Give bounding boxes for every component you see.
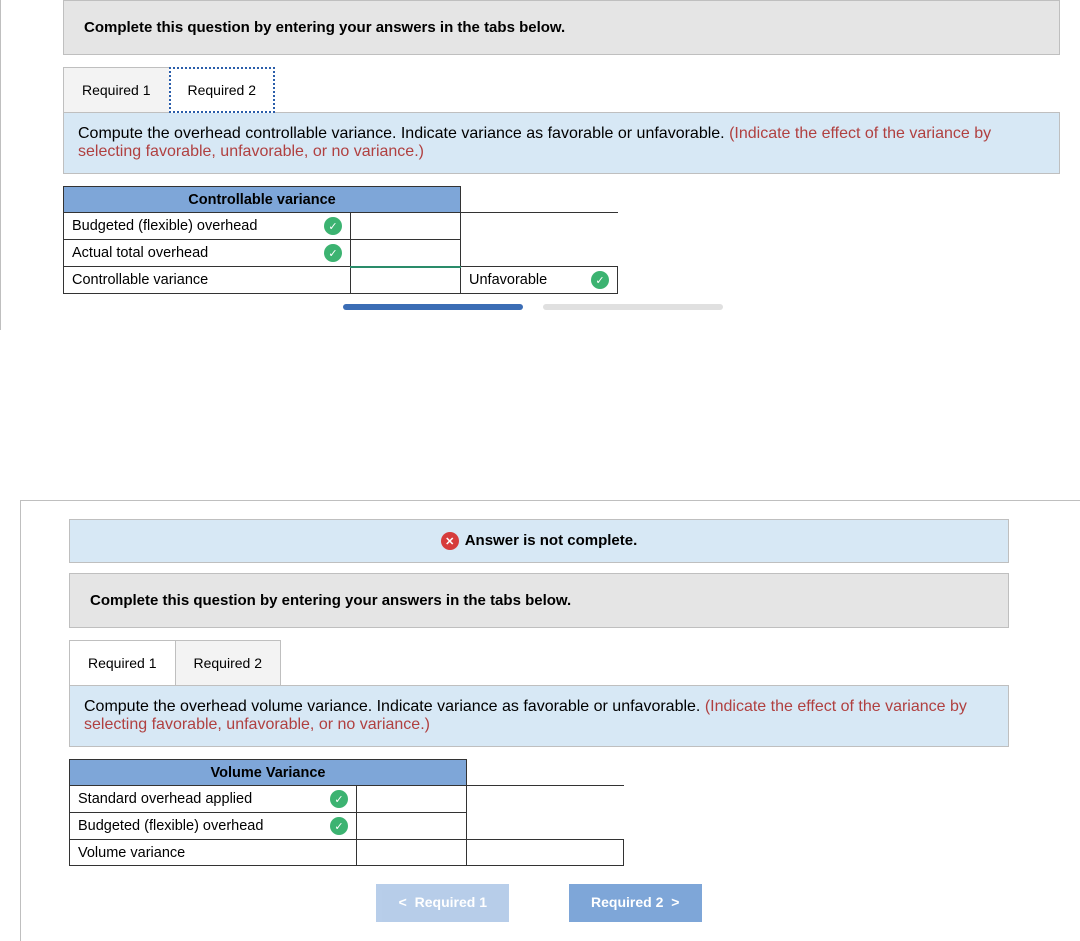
tabs-row: Required 1 Required 2 xyxy=(63,67,1060,113)
table-row: Budgeted (flexible) overhead ✓ xyxy=(64,213,618,240)
check-icon: ✓ xyxy=(330,790,348,808)
table-row: Budgeted (flexible) overhead ✓ xyxy=(70,813,624,840)
volume-variance-input[interactable] xyxy=(357,840,467,866)
tabs-row: Required 1 Required 2 xyxy=(69,640,1009,686)
actual-overhead-input[interactable] xyxy=(351,240,461,267)
status-text: Answer is not complete. xyxy=(465,532,638,549)
check-icon: ✓ xyxy=(324,244,342,262)
row-label: Controllable variance xyxy=(72,272,208,288)
row-label: Standard overhead applied xyxy=(78,791,252,807)
instruction-banner: Complete this question by entering your … xyxy=(63,0,1060,55)
chevron-left-icon: < xyxy=(398,896,406,912)
question-prompt: Compute the overhead controllable varian… xyxy=(63,112,1060,174)
progress-segment-incomplete xyxy=(543,304,723,310)
row-label: Budgeted (flexible) overhead xyxy=(78,818,263,834)
budgeted-overhead-input[interactable] xyxy=(357,813,467,840)
tab-required-2[interactable]: Required 2 xyxy=(175,640,282,686)
next-tab-button[interactable]: Required 2 > xyxy=(569,884,702,922)
chevron-right-icon: > xyxy=(671,896,679,912)
row-label: Actual total overhead xyxy=(72,245,208,261)
row-label: Budgeted (flexible) overhead xyxy=(72,218,257,234)
table-row: Volume variance xyxy=(70,840,624,866)
status-banner: ✕ Answer is not complete. xyxy=(69,519,1009,563)
table-row: Controllable variance Unfavorable✓ xyxy=(64,267,618,294)
standard-overhead-input[interactable] xyxy=(357,786,467,813)
controllable-variance-table: Controllable variance Budgeted (flexible… xyxy=(63,186,618,294)
check-icon: ✓ xyxy=(591,271,609,289)
tab-required-1[interactable]: Required 1 xyxy=(69,640,176,686)
table-header: Volume Variance xyxy=(70,760,467,786)
question-section-2: ✕ Answer is not complete. Complete this q… xyxy=(20,500,1080,941)
prev-tab-button[interactable]: < Required 1 xyxy=(376,884,509,922)
budgeted-overhead-input[interactable] xyxy=(351,213,461,240)
prompt-main: Compute the overhead volume variance. In… xyxy=(84,698,705,715)
tab-required-1[interactable]: Required 1 xyxy=(63,67,170,113)
table-header: Controllable variance xyxy=(64,187,461,213)
tab-required-2[interactable]: Required 2 xyxy=(169,67,276,113)
controllable-variance-input[interactable] xyxy=(351,267,461,294)
x-icon: ✕ xyxy=(441,532,459,550)
prompt-main: Compute the overhead controllable varian… xyxy=(78,125,729,142)
instruction-text: Complete this question by entering your … xyxy=(90,592,571,609)
question-prompt: Compute the overhead volume variance. In… xyxy=(69,685,1009,747)
volume-variance-table: Volume Variance Standard overhead applie… xyxy=(69,759,624,866)
variance-direction-select[interactable] xyxy=(467,840,624,866)
instruction-text: Complete this question by entering your … xyxy=(84,19,565,36)
check-icon: ✓ xyxy=(324,217,342,235)
tab-nav: < Required 1 Required 2 > xyxy=(69,884,1009,922)
progress-segment-complete xyxy=(343,304,523,310)
variance-direction-select[interactable]: Unfavorable✓ xyxy=(461,267,618,294)
check-icon: ✓ xyxy=(330,817,348,835)
instruction-banner: Complete this question by entering your … xyxy=(69,573,1009,628)
row-label: Volume variance xyxy=(78,845,185,861)
table-row: Actual total overhead ✓ xyxy=(64,240,618,267)
progress-indicator xyxy=(343,304,1060,310)
table-row: Standard overhead applied ✓ xyxy=(70,786,624,813)
question-section-1: Complete this question by entering your … xyxy=(0,0,1080,330)
